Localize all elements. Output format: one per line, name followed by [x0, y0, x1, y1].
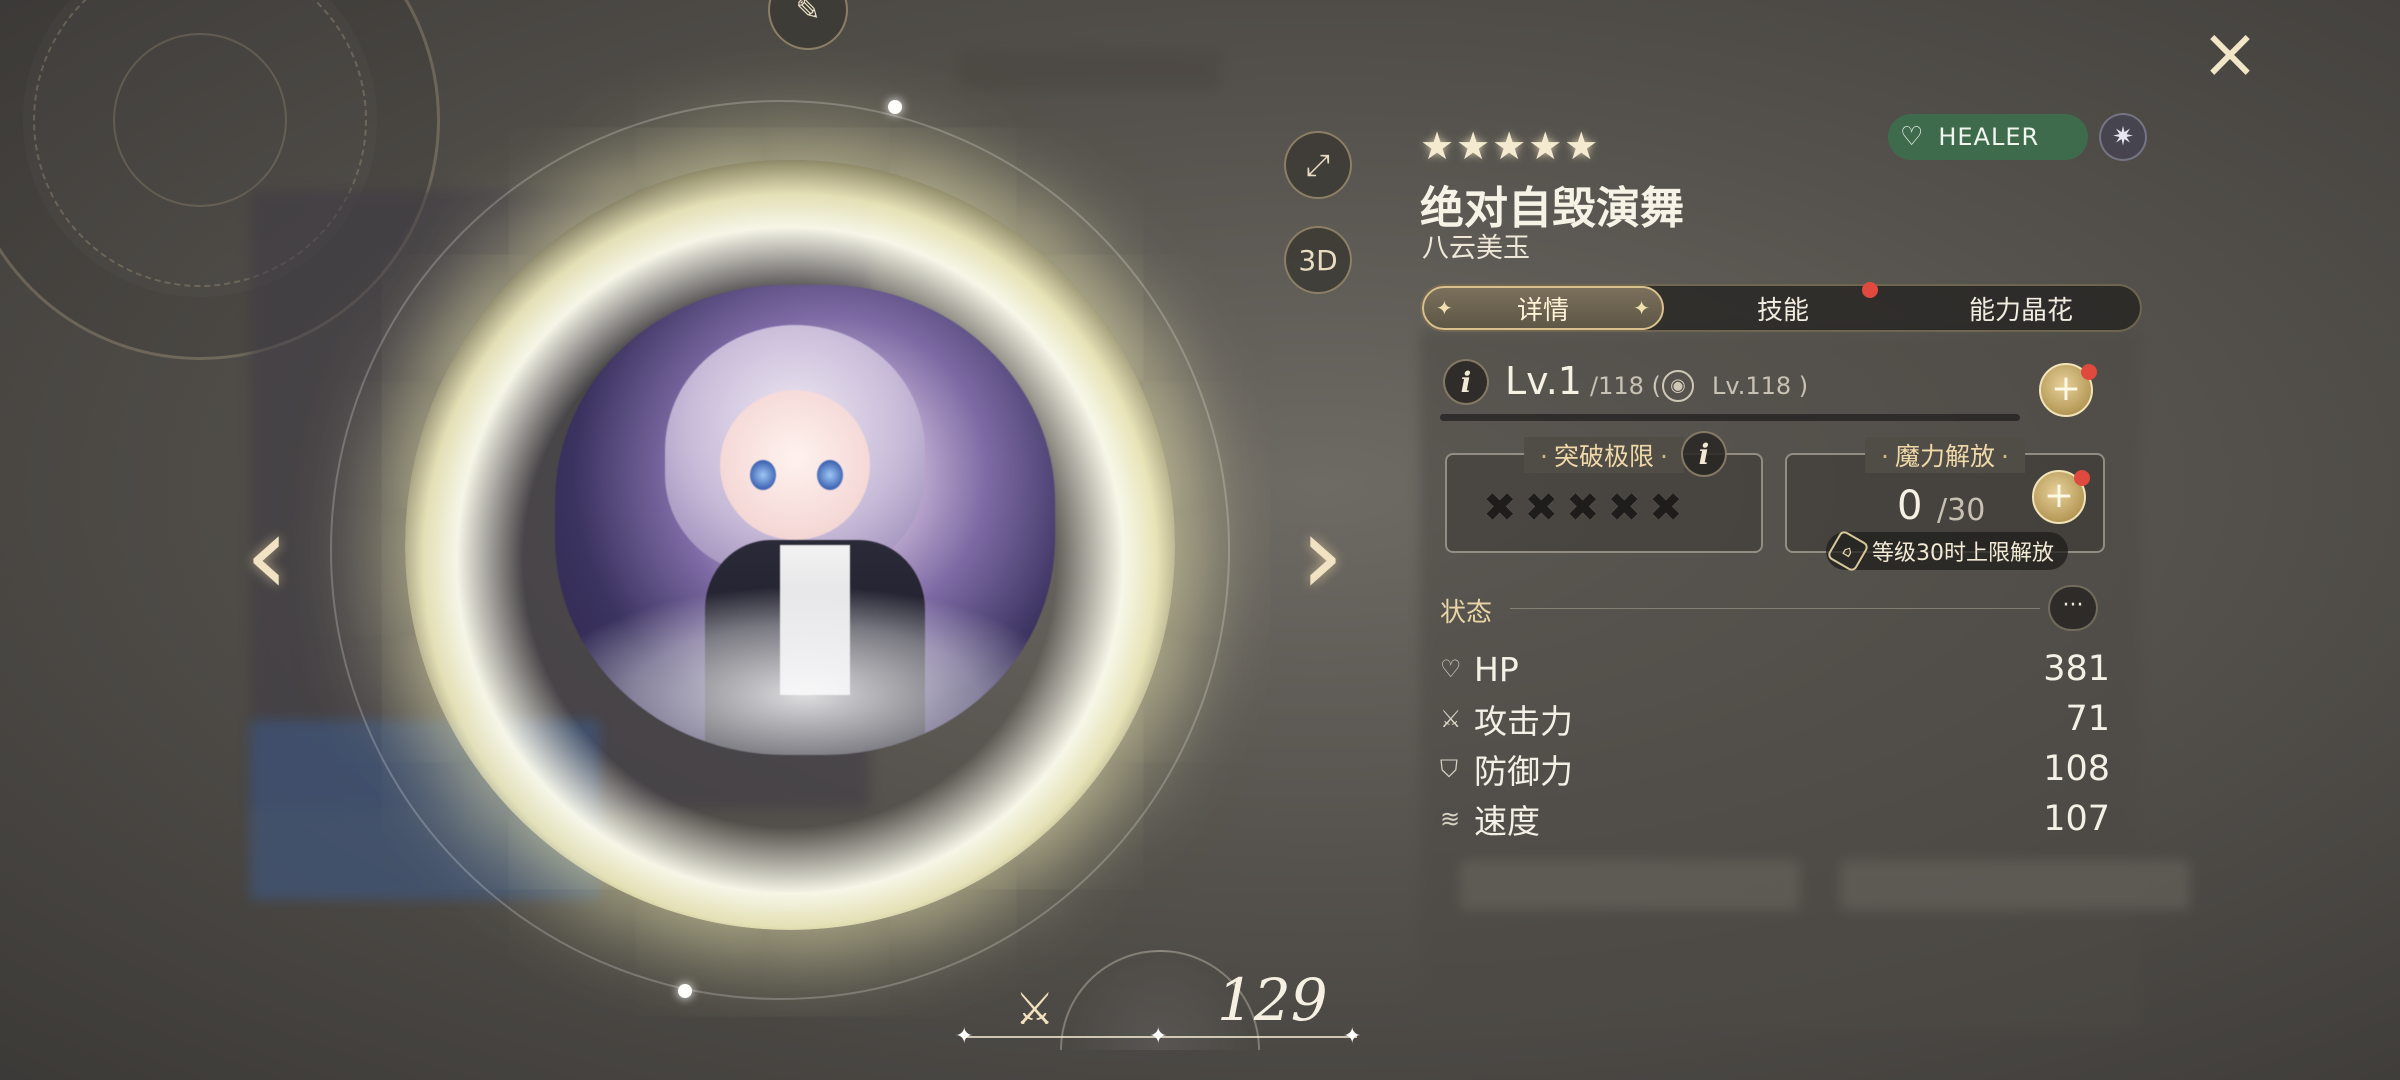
portrait-face	[720, 390, 870, 540]
heart-icon: ♡	[1440, 655, 1462, 683]
shield-icon: ⛉	[1440, 755, 1458, 783]
stat-value: 381	[2043, 649, 2110, 689]
role-badge[interactable]: ♡ HEALER	[1888, 114, 2088, 160]
cap-icon: ◉	[1662, 370, 1694, 402]
edit-icon[interactable]: ✎	[768, 0, 848, 50]
limit-break-title: 突破极限	[1524, 437, 1684, 473]
tab-label: 详情	[1516, 295, 1569, 326]
character-portrait[interactable]	[555, 285, 1055, 755]
background-blur	[1840, 860, 2190, 910]
expand-button[interactable]: ⤢	[1284, 131, 1352, 199]
next-character-arrow[interactable]: ›	[1300, 500, 1344, 610]
sparkle-icon: ✦	[955, 1024, 974, 1049]
stat-name: HP	[1474, 649, 1519, 689]
sparkle-icon: ✦	[1436, 296, 1453, 320]
unlock-note: ⌂ 等级30时上限解放	[1826, 529, 2068, 573]
orbit-dot	[888, 100, 902, 114]
character-name: 八云美玉	[1422, 233, 1530, 264]
combat-power: ⚔ 129 ✦ ✦ ✦	[955, 950, 1365, 1060]
sparkle-icon: ✦	[1149, 1024, 1168, 1049]
limit-break-info-icon[interactable]: i	[1681, 431, 1727, 477]
status-divider	[1510, 608, 2040, 609]
stat-name: 攻击力	[1474, 702, 1573, 741]
exp-bar	[1440, 414, 2020, 421]
notification-dot	[2081, 364, 2097, 380]
tab-skills[interactable]: 技能	[1664, 282, 1902, 330]
level-info-icon[interactable]: i	[1443, 359, 1489, 405]
rarity-stars: ★★★★★	[1420, 124, 1601, 168]
stat-name: 防御力	[1474, 752, 1573, 791]
unlock-note-text: 等级30时上限解放	[1872, 541, 2054, 566]
stat-value: 107	[2043, 799, 2110, 839]
notification-dot	[2074, 470, 2090, 486]
orbit-dot	[678, 984, 692, 998]
sparkle-icon: ✦	[1343, 1024, 1362, 1049]
portrait-eye	[750, 460, 776, 490]
stat-row-defense: ⛉ 防御力 108	[1440, 745, 2110, 793]
role-label: HEALER	[1938, 123, 2040, 151]
current-level: Lv.1	[1505, 359, 1582, 403]
stat-value: 108	[2043, 749, 2110, 789]
stat-name: 速度	[1474, 802, 1540, 841]
crossed-swords-icon: ⚔	[1015, 984, 1055, 1035]
detail-tabs: ✦ 详情 ✦ 技能 能力晶花	[1420, 282, 2142, 332]
3d-label: 3D	[1298, 243, 1338, 277]
stat-row-speed: ≋ 速度 107	[1440, 795, 2110, 843]
background-blur	[1460, 860, 1800, 910]
level-cap: Lv.118 )	[1712, 372, 1809, 400]
healer-heart-icon: ♡	[1900, 122, 1925, 152]
portrait-mist	[555, 585, 1055, 755]
tab-ability-crystal[interactable]: 能力晶花	[1902, 286, 2140, 330]
mana-release-max: /30	[1937, 493, 1986, 528]
stat-row-hp: ♡ HP 381	[1440, 645, 2110, 693]
portrait-eye	[817, 460, 843, 490]
tab-details[interactable]: ✦ 详情 ✦	[1422, 286, 1664, 330]
mana-release-value: 0	[1897, 483, 1923, 529]
stat-value: 71	[2065, 699, 2110, 739]
tab-label: 技能	[1756, 295, 1809, 326]
notification-dot	[1862, 282, 1878, 298]
background-blur	[960, 50, 1220, 90]
limit-break-clovers: ✖✖✖✖✖	[1483, 485, 1691, 531]
close-button[interactable]: ×	[2195, 18, 2265, 88]
status-title: 状态	[1440, 598, 1493, 628]
wing-icon: ≋	[1440, 805, 1461, 833]
level-max: /118 (	[1590, 372, 1661, 400]
sword-icon: ⚔	[1440, 705, 1462, 733]
tab-label: 能力晶花	[1968, 295, 2073, 326]
mana-release-title: 魔力解放	[1865, 437, 2025, 473]
stat-row-attack: ⚔ 攻击力 71	[1440, 695, 2110, 743]
previous-character-arrow[interactable]: ‹	[245, 500, 289, 610]
3d-view-button[interactable]: 3D	[1284, 226, 1352, 294]
sparkle-icon: ✦	[1633, 296, 1650, 320]
expand-icon: ⤢	[1306, 147, 1330, 183]
attribute-star-icon[interactable]: ✷	[2099, 113, 2147, 161]
status-more-button[interactable]: ···	[2048, 585, 2098, 631]
power-value: 129	[1217, 966, 1328, 1034]
